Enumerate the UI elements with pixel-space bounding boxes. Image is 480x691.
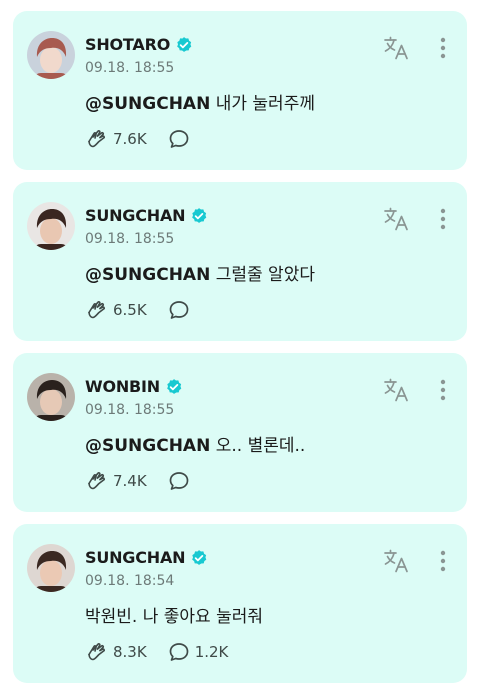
like-hands-icon (88, 301, 105, 319)
like-count: 6.5K (113, 301, 147, 319)
post-text: @SUNGCHAN 내가 눌러주께 (85, 89, 315, 114)
author-name[interactable]: SHOTARO (85, 35, 170, 54)
post-stats: 8.3K 1.2K (85, 640, 248, 664)
comment-bubble-icon (169, 130, 189, 148)
mention-link[interactable]: @SUNGCHAN (85, 436, 210, 456)
post-body: 박원빈. 나 좋아요 눌러줘 (85, 607, 264, 627)
like-count: 8.3K (113, 643, 147, 661)
author-row: SUNGCHAN (85, 206, 208, 225)
avatar[interactable] (27, 202, 75, 250)
comment-button[interactable] (167, 298, 195, 322)
mention-link[interactable]: @SUNGCHAN (85, 265, 210, 285)
post-timestamp: 09.18. 18:55 (85, 60, 175, 76)
more-options-button[interactable] (433, 206, 453, 232)
post-text: @SUNGCHAN 오.. 별론데.. (85, 431, 305, 456)
like-hands-icon (88, 643, 105, 661)
like-count: 7.6K (113, 130, 147, 148)
like-hands-icon (88, 472, 105, 490)
comment-bubble-icon (169, 472, 189, 490)
comment-button[interactable] (167, 127, 195, 151)
like-button[interactable]: 6.5K (85, 298, 147, 322)
post-body: 그럴줄 알았다 (210, 265, 315, 285)
mention-link[interactable]: @SUNGCHAN (85, 94, 210, 114)
like-button[interactable]: 7.6K (85, 127, 147, 151)
feed: SHOTARO 09.18. 18:55 @SUNGCHAN 내가 눌러주께 7… (0, 0, 480, 691)
translate-icon (384, 207, 408, 231)
comment-bubble-icon (169, 643, 189, 661)
translate-button[interactable] (383, 548, 411, 574)
more-options-button[interactable] (433, 35, 453, 61)
more-vertical-icon (440, 550, 446, 572)
like-button[interactable]: 7.4K (85, 469, 147, 493)
post-card[interactable]: SHOTARO 09.18. 18:55 @SUNGCHAN 내가 눌러주께 7… (13, 11, 467, 170)
post-card[interactable]: SUNGCHAN 09.18. 18:55 @SUNGCHAN 그럴줄 알았다 … (13, 182, 467, 341)
comment-bubble-icon (169, 301, 189, 319)
verified-badge-icon (177, 36, 192, 52)
author-name[interactable]: SUNGCHAN (85, 548, 186, 567)
post-body: 오.. 별론데.. (210, 436, 306, 456)
more-vertical-icon (440, 37, 446, 59)
comment-button[interactable] (167, 469, 195, 493)
post-timestamp: 09.18. 18:55 (85, 231, 175, 247)
avatar[interactable] (27, 373, 75, 421)
avatar[interactable] (27, 544, 75, 592)
author-name[interactable]: SUNGCHAN (85, 206, 186, 225)
post-stats: 6.5K (85, 298, 215, 322)
more-options-button[interactable] (433, 377, 453, 403)
translate-button[interactable] (383, 377, 411, 403)
post-body: 내가 눌러주께 (210, 94, 315, 114)
verified-badge-icon (192, 207, 207, 223)
more-vertical-icon (440, 379, 446, 401)
comment-button[interactable]: 1.2K (167, 640, 229, 664)
avatar[interactable] (27, 31, 75, 79)
post-card[interactable]: SUNGCHAN 09.18. 18:54 박원빈. 나 좋아요 눌러줘 8.3… (13, 524, 467, 683)
author-row: SHOTARO (85, 35, 193, 54)
more-options-button[interactable] (433, 548, 453, 574)
post-card[interactable]: WONBIN 09.18. 18:55 @SUNGCHAN 오.. 별론데.. … (13, 353, 467, 512)
post-timestamp: 09.18. 18:54 (85, 573, 175, 589)
verified-badge-icon (167, 378, 182, 394)
translate-icon (384, 36, 408, 60)
verified-badge-icon (192, 549, 207, 565)
translate-icon (384, 378, 408, 402)
comment-count: 1.2K (194, 643, 229, 661)
post-stats: 7.4K (85, 469, 215, 493)
translate-button[interactable] (383, 206, 411, 232)
post-stats: 7.6K (85, 127, 215, 151)
like-hands-icon (88, 130, 105, 148)
post-text: 박원빈. 나 좋아요 눌러줘 (85, 602, 263, 627)
author-row: WONBIN (85, 377, 183, 396)
author-row: SUNGCHAN (85, 548, 208, 567)
translate-icon (384, 549, 408, 573)
author-name[interactable]: WONBIN (85, 377, 160, 396)
like-button[interactable]: 8.3K (85, 640, 147, 664)
post-text: @SUNGCHAN 그럴줄 알았다 (85, 260, 315, 285)
post-timestamp: 09.18. 18:55 (85, 402, 175, 418)
like-count: 7.4K (113, 472, 147, 490)
translate-button[interactable] (383, 35, 411, 61)
more-vertical-icon (440, 208, 446, 230)
